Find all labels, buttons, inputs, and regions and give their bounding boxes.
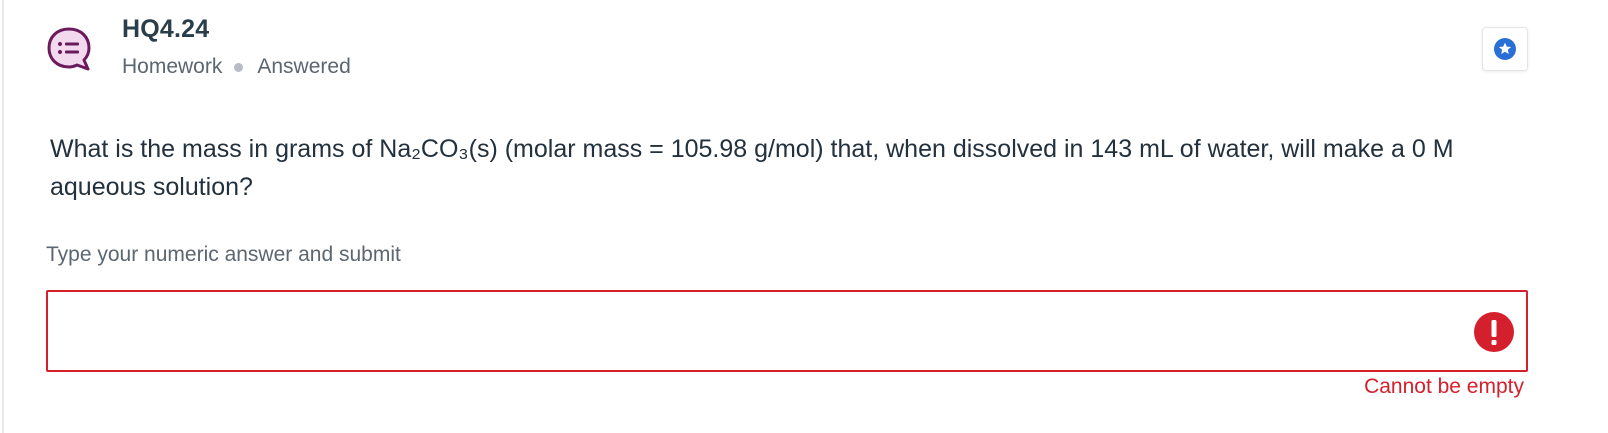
answer-field[interactable] [46,290,1528,372]
answer-label: Type your numeric answer and submit [46,243,401,266]
question-card: HQ4.24 Homework Answered What is the mas… [2,0,1608,433]
exclamation-icon [1474,312,1514,352]
status-label: Answered [257,55,351,78]
separator-dot [234,62,244,72]
answer-input[interactable] [48,292,1458,370]
star-icon [1494,38,1516,60]
question-bubble-icon [46,26,92,74]
category-label: Homework [122,55,223,78]
bookmark-button[interactable] [1482,27,1528,71]
error-message: Cannot be empty [1364,375,1524,398]
page-title: HQ4.24 [122,15,210,43]
question-meta: Homework Answered [122,55,351,79]
question-text: What is the mass in grams of Na₂CO₃(s) (… [50,135,1454,201]
